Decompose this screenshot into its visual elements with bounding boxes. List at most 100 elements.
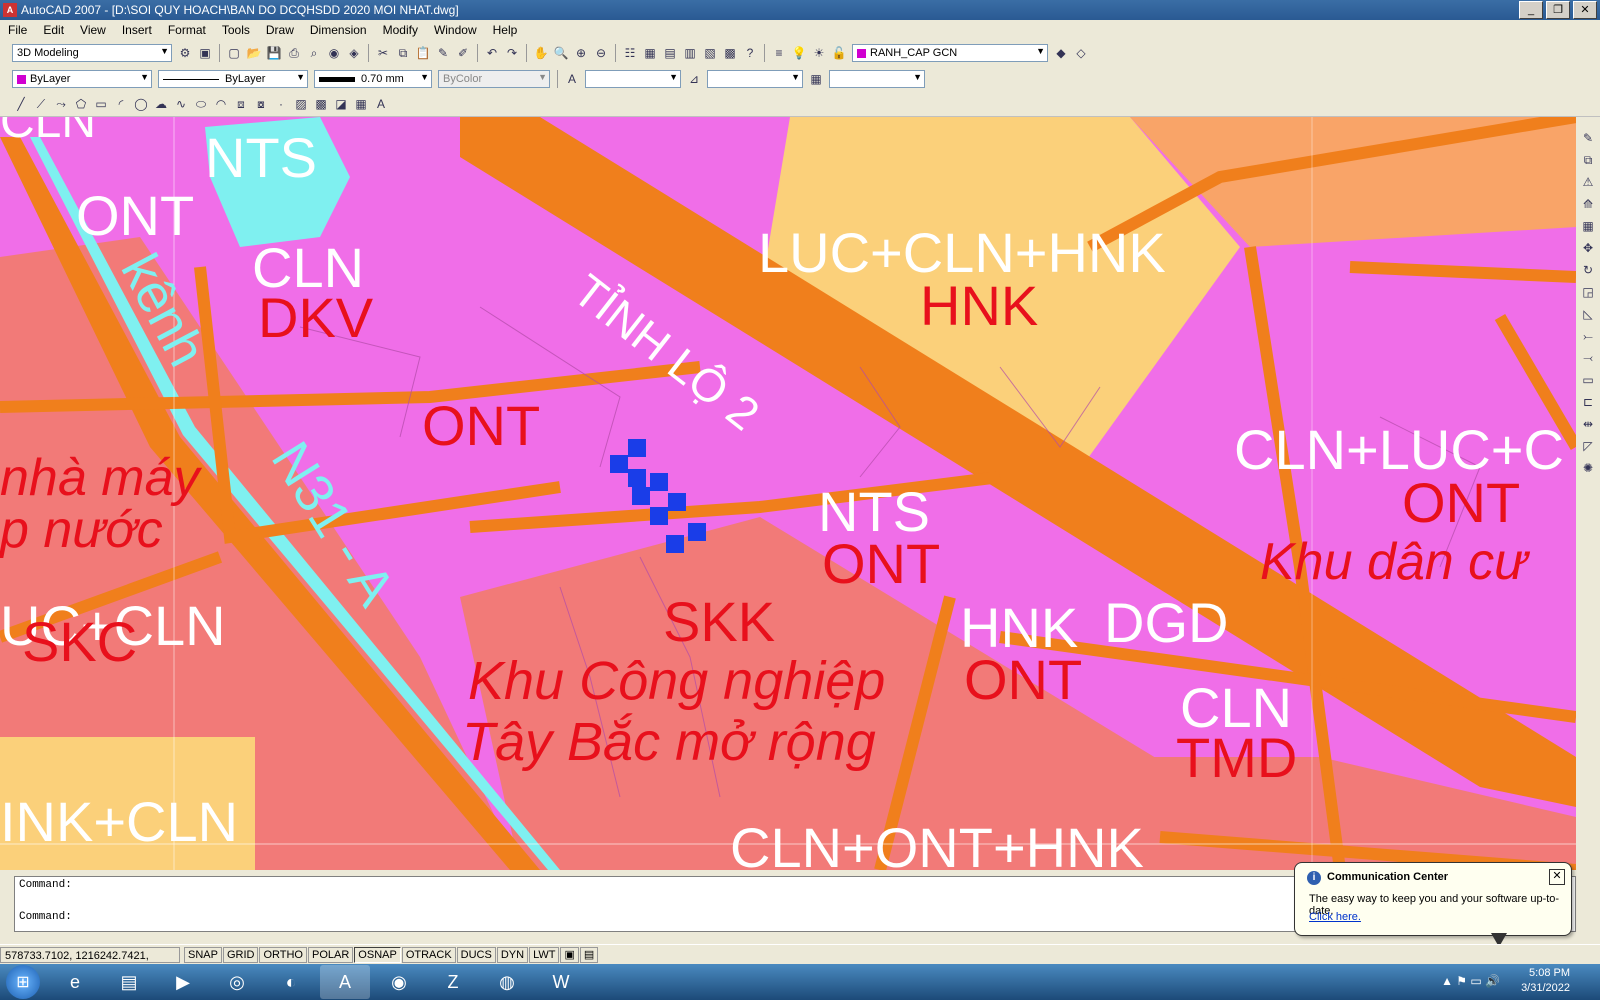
autocad-taskbar-icon[interactable]: A xyxy=(320,965,370,999)
green-app-icon[interactable]: ◎ xyxy=(212,965,262,999)
grip-handle[interactable] xyxy=(650,507,668,525)
linetype-dropdown[interactable]: ByLayer ▼ xyxy=(158,70,308,88)
break-icon[interactable]: ▭ xyxy=(1579,371,1597,389)
ellipse-icon[interactable]: ⬭ xyxy=(192,95,210,113)
scale-icon[interactable]: ◲ xyxy=(1579,283,1597,301)
clock[interactable]: 5:08 PM 3/31/2022 xyxy=(1521,966,1570,996)
grip-handle[interactable] xyxy=(628,469,646,487)
offset-icon[interactable]: ⟰ xyxy=(1579,195,1597,213)
grip-handle[interactable] xyxy=(688,523,706,541)
osnap-toggle[interactable]: OSNAP xyxy=(354,947,401,963)
zoom-previous-icon[interactable]: ⊖ xyxy=(592,44,610,62)
tool-palettes-icon[interactable]: ▤ xyxy=(661,44,679,62)
menu-tools[interactable]: Tools xyxy=(214,23,258,37)
make-current-layer-icon[interactable]: ◆ xyxy=(1052,44,1070,62)
grip-handle[interactable] xyxy=(632,487,650,505)
restore-button[interactable]: ❐ xyxy=(1546,1,1570,19)
ortho-toggle[interactable]: ORTHO xyxy=(259,947,307,963)
array-icon[interactable]: ▦ xyxy=(1579,217,1597,235)
table-icon[interactable]: ▦ xyxy=(352,95,370,113)
menu-help[interactable]: Help xyxy=(485,23,526,37)
menu-dimension[interactable]: Dimension xyxy=(302,23,375,37)
construction-line-icon[interactable]: ⟋ xyxy=(32,95,50,113)
rotate-icon[interactable]: ↻ xyxy=(1579,261,1597,279)
match-properties-icon[interactable]: ✎ xyxy=(434,44,452,62)
point-icon[interactable]: · xyxy=(272,95,290,113)
table-style-dropdown[interactable]: ▼ xyxy=(829,70,925,88)
print-icon[interactable]: ⎙ xyxy=(285,44,303,62)
text-style-dropdown[interactable]: ▼ xyxy=(585,70,681,88)
redo-icon[interactable]: ↷ xyxy=(503,44,521,62)
close-icon[interactable]: ✕ xyxy=(1549,869,1565,885)
land-use-map[interactable]: CLN NTS ONT CLN kênh N31 - A TỈNH LỘ 2 L… xyxy=(0,117,1576,870)
stretch-icon[interactable]: ◺ xyxy=(1579,305,1597,323)
copy-object-icon[interactable]: ⧉ xyxy=(1579,151,1597,169)
gradient-icon[interactable]: ▩ xyxy=(312,95,330,113)
grip-handle[interactable] xyxy=(668,493,686,511)
move-icon[interactable]: ✥ xyxy=(1579,239,1597,257)
markup-icon[interactable]: ▧ xyxy=(701,44,719,62)
file-explorer-icon[interactable]: ▤ xyxy=(104,965,154,999)
ducs-toggle[interactable]: DUCS xyxy=(456,947,496,963)
lineweight-dropdown[interactable]: 0.70 mm ▼ xyxy=(314,70,432,88)
chrome-icon[interactable]: ◍ xyxy=(482,965,532,999)
dim-style-dropdown[interactable]: ▼ xyxy=(707,70,803,88)
grip-handle[interactable] xyxy=(610,455,628,473)
erase-icon[interactable]: ✎ xyxy=(1579,129,1597,147)
system-tray[interactable]: ▲ ⚑ ▭ 🔊 xyxy=(1441,974,1500,988)
help-icon[interactable]: ? xyxy=(741,44,759,62)
menu-window[interactable]: Window xyxy=(426,23,485,37)
polyline-icon[interactable]: ⤳ xyxy=(52,95,70,113)
dim-style-icon[interactable]: ⊿ xyxy=(685,70,703,88)
polar-toggle[interactable]: POLAR xyxy=(308,947,354,963)
insert-block-icon[interactable]: ⧈ xyxy=(232,95,250,113)
color-dropdown[interactable]: ByLayer ▼ xyxy=(12,70,152,88)
media-player-icon[interactable]: ▶ xyxy=(158,965,208,999)
command-prompt[interactable]: Command: xyxy=(19,911,72,923)
layer-manager-icon[interactable]: ≡ xyxy=(770,44,788,62)
menu-format[interactable]: Format xyxy=(160,23,214,37)
click-here-link[interactable]: Click here. xyxy=(1309,911,1361,923)
trim-icon[interactable]: ⤚ xyxy=(1579,327,1597,345)
garena-icon[interactable]: ◉ xyxy=(374,965,424,999)
menu-insert[interactable]: Insert xyxy=(114,23,160,37)
paste-icon[interactable]: 📋 xyxy=(414,44,432,62)
menu-file[interactable]: File xyxy=(0,23,35,37)
grip-handle[interactable] xyxy=(650,473,668,491)
otrack-toggle[interactable]: OTRACK xyxy=(401,947,456,963)
extend-icon[interactable]: ⤙ xyxy=(1579,349,1597,367)
grip-handle[interactable] xyxy=(628,439,646,457)
multiline-text-icon[interactable]: A xyxy=(372,95,390,113)
ie-icon[interactable]: e xyxy=(50,965,100,999)
cut-icon[interactable]: ✂ xyxy=(374,44,392,62)
properties-icon[interactable]: ☷ xyxy=(621,44,639,62)
design-center-icon[interactable]: ▦ xyxy=(641,44,659,62)
minimize-button[interactable]: _ xyxy=(1519,1,1543,19)
layer-previous-icon[interactable]: ◇ xyxy=(1072,44,1090,62)
sheet-set-icon[interactable]: ▥ xyxy=(681,44,699,62)
start-button[interactable]: ⊞ xyxy=(6,965,40,999)
menu-draw[interactable]: Draw xyxy=(258,23,302,37)
snap-toggle[interactable]: SNAP xyxy=(184,947,222,963)
workspace-settings-icon[interactable]: ⚙ xyxy=(176,44,194,62)
word-icon[interactable]: W xyxy=(536,965,586,999)
spline-icon[interactable]: ∿ xyxy=(172,95,190,113)
fillet-icon[interactable]: ◸ xyxy=(1579,437,1597,455)
grid-toggle[interactable]: GRID xyxy=(222,947,259,963)
save-icon[interactable]: 💾 xyxy=(265,44,283,62)
menu-edit[interactable]: Edit xyxy=(35,23,72,37)
undo-icon[interactable]: ↶ xyxy=(483,44,501,62)
join-icon[interactable]: ⊏ xyxy=(1579,393,1597,411)
arc-icon[interactable]: ◜ xyxy=(112,95,130,113)
region-icon[interactable]: ◪ xyxy=(332,95,350,113)
polygon-icon[interactable]: ⬠ xyxy=(72,95,90,113)
open-icon[interactable]: 📂 xyxy=(245,44,263,62)
hatch-icon[interactable]: ▨ xyxy=(292,95,310,113)
text-style-icon[interactable]: A xyxy=(563,70,581,88)
3d-dwf-icon[interactable]: ◈ xyxy=(345,44,363,62)
autocad-app-icon[interactable]: A xyxy=(3,3,17,17)
layer-dropdown[interactable]: RANH_CAP GCN ▼ xyxy=(852,44,1048,62)
pan-icon[interactable]: ✋ xyxy=(532,44,550,62)
line-icon[interactable]: ╱ xyxy=(12,95,30,113)
zoom-window-icon[interactable]: ⊕ xyxy=(572,44,590,62)
